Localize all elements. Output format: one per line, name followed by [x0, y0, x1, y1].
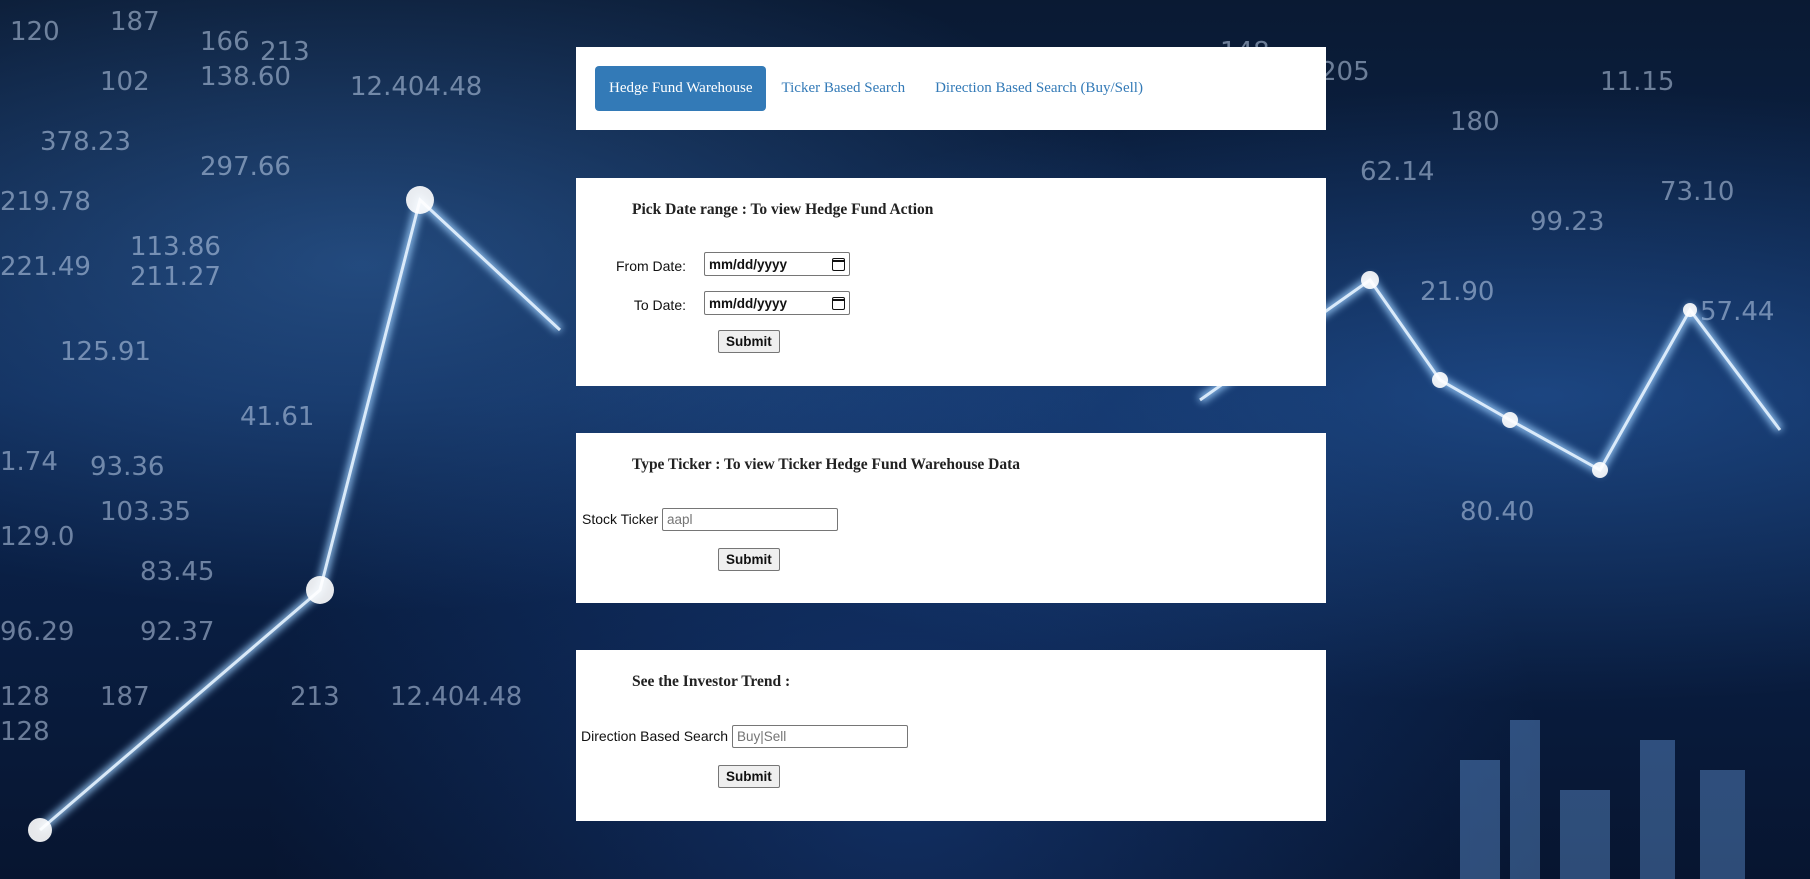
from-date-input[interactable]: mm/dd/yyyy [704, 252, 850, 276]
from-date-label: From Date: [615, 258, 686, 274]
svg-text:221.49: 221.49 [0, 252, 91, 282]
svg-text:73.10: 73.10 [1660, 177, 1734, 207]
calendar-icon[interactable] [832, 296, 845, 310]
ticker-submit-button[interactable]: Submit [718, 548, 780, 571]
direction-search-label: Direction Based Search [581, 728, 729, 744]
svg-text:96.29: 96.29 [0, 617, 74, 647]
date-range-panel: Pick Date range : To view Hedge Fund Act… [576, 178, 1326, 386]
stock-ticker-label: Stock Ticker [582, 511, 659, 527]
svg-text:297.66: 297.66 [200, 152, 291, 182]
svg-text:12.404.48: 12.404.48 [390, 682, 522, 712]
svg-text:113.86: 113.86 [130, 232, 221, 262]
direction-search-field[interactable] [732, 725, 908, 748]
svg-text:93.36: 93.36 [90, 452, 164, 482]
svg-text:92.37: 92.37 [140, 617, 214, 647]
svg-text:57.44: 57.44 [1700, 297, 1774, 327]
ticker-panel: Type Ticker : To view Ticker Hedge Fund … [576, 433, 1326, 603]
to-date-value: mm/dd/yyyy [709, 295, 788, 311]
svg-text:41.61: 41.61 [240, 402, 314, 432]
svg-text:187: 187 [110, 7, 160, 37]
nav-hedge-fund-warehouse[interactable]: Hedge Fund Warehouse [595, 66, 767, 111]
svg-text:205: 205 [1320, 57, 1370, 87]
investor-trend-heading: See the Investor Trend : [632, 673, 791, 690]
date-range-heading: Pick Date range : To view Hedge Fund Act… [632, 201, 934, 218]
svg-text:128: 128 [0, 717, 50, 747]
svg-text:219.78: 219.78 [0, 187, 91, 217]
svg-text:102: 102 [100, 67, 150, 97]
direction-search-input[interactable] [737, 729, 903, 744]
ticker-heading: Type Ticker : To view Ticker Hedge Fund … [632, 456, 1020, 473]
nav-direction-based-search[interactable]: Direction Based Search (Buy/Sell) [920, 66, 1158, 111]
main-nav: Hedge Fund Warehouse Ticker Based Search… [595, 66, 1158, 111]
svg-text:21.90: 21.90 [1420, 277, 1494, 307]
svg-text:62.14: 62.14 [1360, 157, 1434, 187]
svg-text:125.91: 125.91 [60, 337, 151, 367]
date-range-submit-button[interactable]: Submit [718, 330, 780, 353]
nav-ticker-based-search[interactable]: Ticker Based Search [766, 66, 920, 111]
stock-ticker-field[interactable] [662, 508, 838, 531]
svg-text:128: 128 [0, 682, 50, 712]
nav-panel: Hedge Fund Warehouse Ticker Based Search… [576, 47, 1326, 130]
svg-text:120: 120 [10, 17, 60, 47]
stock-ticker-input[interactable] [667, 512, 833, 527]
svg-text:187: 187 [100, 682, 150, 712]
svg-text:138.60: 138.60 [200, 62, 291, 92]
svg-text:213: 213 [290, 682, 340, 712]
investor-trend-panel: See the Investor Trend : Direction Based… [576, 650, 1326, 821]
svg-text:80.40: 80.40 [1460, 497, 1534, 527]
svg-text:99.23: 99.23 [1530, 207, 1604, 237]
svg-text:211.27: 211.27 [130, 262, 221, 292]
to-date-input[interactable]: mm/dd/yyyy [704, 291, 850, 315]
svg-text:103.35: 103.35 [100, 497, 191, 527]
svg-text:129.0: 129.0 [0, 522, 74, 552]
svg-text:378.23: 378.23 [40, 127, 131, 157]
svg-text:166: 166 [200, 27, 250, 57]
svg-text:1.74: 1.74 [0, 447, 58, 477]
calendar-icon[interactable] [832, 257, 845, 271]
svg-text:11.15: 11.15 [1600, 67, 1674, 97]
svg-text:180: 180 [1450, 107, 1500, 137]
trend-submit-button[interactable]: Submit [718, 765, 780, 788]
from-date-value: mm/dd/yyyy [709, 256, 788, 272]
svg-text:12.404.48: 12.404.48 [350, 72, 482, 102]
to-date-label: To Date: [633, 297, 686, 313]
svg-text:83.45: 83.45 [140, 557, 214, 587]
